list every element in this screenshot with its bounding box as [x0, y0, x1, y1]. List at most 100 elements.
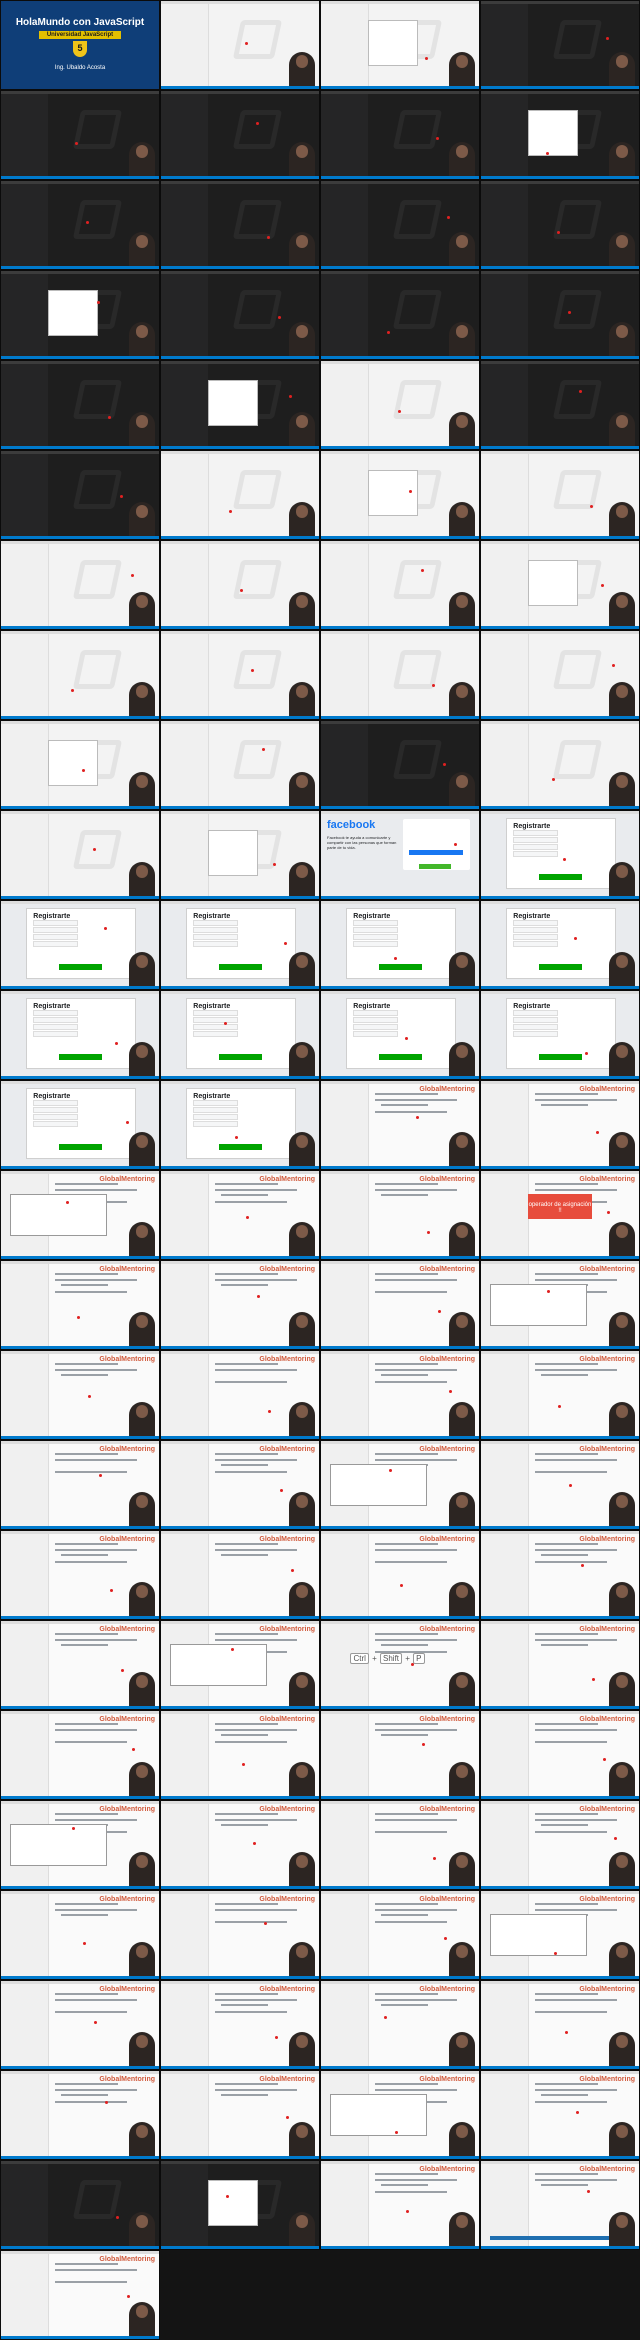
form-field[interactable]: [33, 1113, 79, 1120]
video-frame-thumbnail[interactable]: [480, 540, 640, 630]
form-field[interactable]: [513, 836, 559, 843]
video-frame-thumbnail[interactable]: GlobalMentoring: [320, 1800, 480, 1890]
video-frame-thumbnail[interactable]: Registrarte: [320, 900, 480, 990]
form-field[interactable]: [193, 926, 239, 933]
video-frame-thumbnail[interactable]: [320, 90, 480, 180]
video-frame-thumbnail[interactable]: GlobalMentoring: [160, 1620, 320, 1710]
form-field[interactable]: [193, 940, 239, 947]
form-field[interactable]: [513, 926, 559, 933]
video-frame-thumbnail[interactable]: GlobalMentoring: [480, 1890, 640, 1980]
register-button[interactable]: [379, 1053, 423, 1060]
video-frame-thumbnail[interactable]: [160, 630, 320, 720]
form-field[interactable]: [33, 920, 79, 926]
video-frame-thumbnail[interactable]: [480, 630, 640, 720]
video-frame-thumbnail[interactable]: [160, 540, 320, 630]
video-frame-thumbnail[interactable]: GlobalMentoring: [480, 1980, 640, 2070]
form-field[interactable]: [193, 1106, 239, 1113]
video-frame-thumbnail[interactable]: GlobalMentoring: [480, 1710, 640, 1800]
video-frame-thumbnail[interactable]: [480, 450, 640, 540]
form-field[interactable]: [513, 940, 559, 947]
video-frame-thumbnail[interactable]: GlobalMentoring: [160, 1260, 320, 1350]
video-frame-thumbnail[interactable]: [160, 360, 320, 450]
video-frame-thumbnail[interactable]: [160, 90, 320, 180]
video-frame-thumbnail[interactable]: [320, 540, 480, 630]
video-frame-thumbnail[interactable]: GlobalMentoring: [0, 1260, 160, 1350]
video-frame-thumbnail[interactable]: [320, 450, 480, 540]
video-frame-thumbnail[interactable]: GlobalMentoring: [0, 1440, 160, 1530]
video-frame-thumbnail[interactable]: Registrarte: [0, 1080, 160, 1170]
register-button[interactable]: [59, 963, 103, 970]
video-frame-thumbnail[interactable]: [160, 2160, 320, 2250]
video-frame-thumbnail[interactable]: [480, 90, 640, 180]
video-frame-thumbnail[interactable]: GlobalMentoring: [320, 1350, 480, 1440]
video-frame-thumbnail[interactable]: [160, 720, 320, 810]
video-frame-thumbnail[interactable]: GlobalMentoring: [480, 1620, 640, 1710]
video-frame-thumbnail[interactable]: GlobalMentoring: [160, 1530, 320, 1620]
video-frame-thumbnail[interactable]: GlobalMentoring: [480, 1350, 640, 1440]
form-field[interactable]: [513, 933, 559, 940]
video-frame-thumbnail[interactable]: [0, 720, 160, 810]
form-field[interactable]: [33, 1100, 79, 1106]
form-field[interactable]: [353, 1010, 399, 1016]
video-frame-thumbnail[interactable]: GlobalMentoring: [0, 1980, 160, 2070]
video-frame-thumbnail[interactable]: Registrarte: [0, 990, 160, 1080]
form-field[interactable]: [33, 1010, 79, 1016]
register-button[interactable]: [379, 963, 423, 970]
register-button[interactable]: [539, 1053, 583, 1060]
video-frame-thumbnail[interactable]: GlobalMentoring: [160, 1350, 320, 1440]
form-field[interactable]: [33, 926, 79, 933]
video-frame-thumbnail[interactable]: GlobalMentoring: [0, 2070, 160, 2160]
video-frame-thumbnail[interactable]: Registrarte: [0, 900, 160, 990]
video-frame-thumbnail[interactable]: [0, 360, 160, 450]
video-frame-thumbnail[interactable]: GlobalMentoring: [480, 2160, 640, 2250]
form-field[interactable]: [513, 843, 559, 850]
form-field[interactable]: [513, 1023, 559, 1030]
video-frame-thumbnail[interactable]: Registrarte: [160, 1080, 320, 1170]
form-field[interactable]: [513, 850, 559, 857]
form-field[interactable]: [33, 1120, 79, 1127]
video-frame-thumbnail[interactable]: Registrarte: [480, 810, 640, 900]
video-frame-thumbnail[interactable]: GlobalMentoring: [480, 1440, 640, 1530]
video-frame-thumbnail[interactable]: [480, 0, 640, 90]
form-field[interactable]: [193, 1113, 239, 1120]
form-field[interactable]: [353, 1016, 399, 1023]
form-field[interactable]: [33, 1030, 79, 1037]
video-frame-thumbnail[interactable]: GlobalMentoring: [160, 1980, 320, 2070]
form-field[interactable]: [513, 830, 559, 836]
video-frame-thumbnail[interactable]: [160, 270, 320, 360]
video-frame-thumbnail[interactable]: HolaMundo con JavaScript Universidad Java…: [0, 0, 160, 90]
video-frame-thumbnail[interactable]: Registrarte: [160, 990, 320, 1080]
form-field[interactable]: [193, 1023, 239, 1030]
form-field[interactable]: [33, 1106, 79, 1113]
video-frame-thumbnail[interactable]: GlobalMentoring: [320, 2160, 480, 2250]
video-frame-thumbnail[interactable]: GlobalMentoring: [160, 1710, 320, 1800]
video-frame-thumbnail[interactable]: GlobalMentoring: [160, 1890, 320, 1980]
video-frame-thumbnail[interactable]: GlobalMentoring: [0, 1530, 160, 1620]
video-frame-thumbnail[interactable]: GlobalMentoring: [320, 2070, 480, 2160]
video-frame-thumbnail[interactable]: GlobalMentoring: [320, 1170, 480, 1260]
form-field[interactable]: [353, 933, 399, 940]
video-frame-thumbnail[interactable]: [160, 810, 320, 900]
form-field[interactable]: [193, 920, 239, 926]
video-frame-thumbnail[interactable]: [480, 720, 640, 810]
video-frame-thumbnail[interactable]: GlobalMentoring: [0, 1800, 160, 1890]
form-field[interactable]: [193, 1100, 239, 1106]
video-frame-thumbnail[interactable]: GlobalMentoring: [320, 1530, 480, 1620]
video-frame-thumbnail[interactable]: [160, 180, 320, 270]
form-field[interactable]: [193, 933, 239, 940]
video-frame-thumbnail[interactable]: [0, 90, 160, 180]
register-button[interactable]: [59, 1053, 103, 1060]
video-frame-thumbnail[interactable]: [0, 450, 160, 540]
video-frame-thumbnail[interactable]: GlobalMentoring Ctrl + Shift + P: [320, 1620, 480, 1710]
video-frame-thumbnail[interactable]: [0, 2160, 160, 2250]
register-button[interactable]: [219, 1143, 263, 1150]
video-frame-thumbnail[interactable]: GlobalMentoring: [0, 1890, 160, 1980]
video-frame-thumbnail[interactable]: Registrarte: [480, 900, 640, 990]
video-frame-thumbnail[interactable]: GlobalMentoring: [480, 1080, 640, 1170]
video-frame-thumbnail[interactable]: GlobalMentoring: [160, 2070, 320, 2160]
video-frame-thumbnail[interactable]: GlobalMentoring: [0, 1710, 160, 1800]
form-field[interactable]: [353, 926, 399, 933]
create-account-button[interactable]: [418, 863, 451, 870]
register-button[interactable]: [539, 873, 583, 880]
video-frame-thumbnail[interactable]: GlobalMentoring: [320, 1980, 480, 2070]
